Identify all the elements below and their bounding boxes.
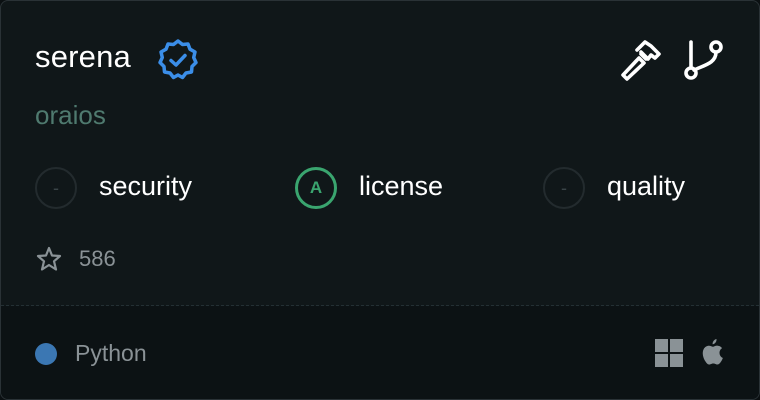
language-color-dot [35, 343, 57, 365]
repo-owner[interactable]: oraios [35, 100, 106, 131]
git-branch-icon[interactable] [681, 37, 725, 83]
language-name: Python [75, 340, 147, 366]
quality-label: quality [607, 171, 686, 201]
quality-grade-badge: - [543, 167, 585, 209]
hammer-icon[interactable] [615, 37, 663, 83]
star-count: 586 [79, 246, 116, 271]
license-grade-badge: A [295, 167, 337, 209]
repo-name[interactable]: serena [35, 39, 131, 75]
security-grade-badge: - [35, 167, 77, 209]
repo-card[interactable]: serena oraios - security A license - qua… [0, 0, 760, 400]
license-label: license [359, 171, 444, 201]
security-label: security [99, 171, 193, 201]
star-icon [36, 246, 62, 271]
windows-icon [655, 339, 683, 367]
apple-icon [702, 339, 723, 365]
verified-badge-icon [158, 39, 198, 80]
